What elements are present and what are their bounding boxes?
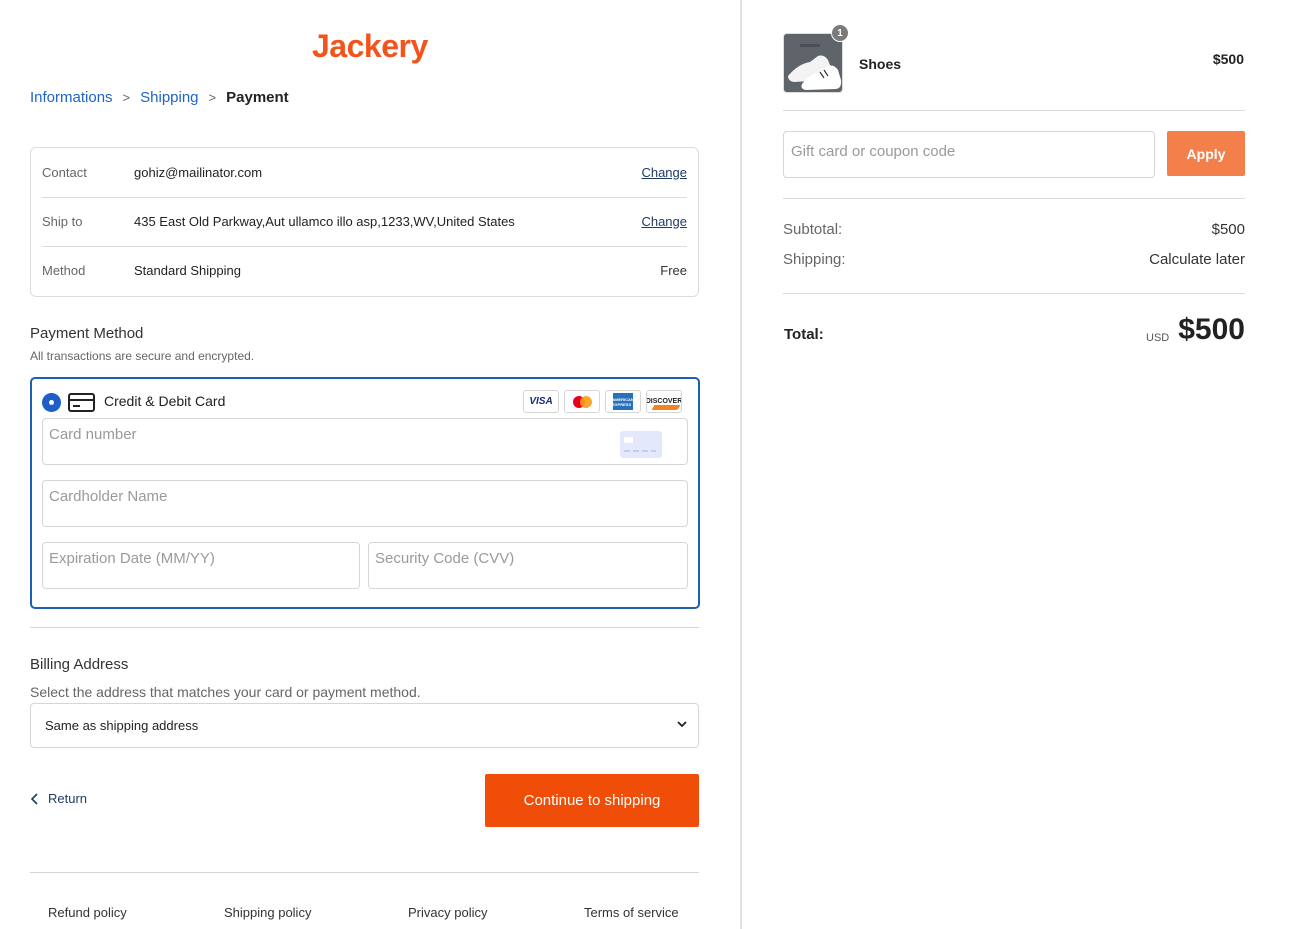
billing-address-selected: Same as shipping address (45, 718, 199, 733)
ship-to-value: 435 East Old Parkway,Aut ullamco illo as… (134, 214, 515, 229)
expiration-date-field (42, 542, 360, 589)
product-thumbnail (783, 33, 843, 93)
contact-row: Contact gohiz@mailinator.com Change (42, 148, 687, 197)
shipping-value: Calculate later (1149, 251, 1245, 268)
credit-debit-label[interactable]: Credit & Debit Card (104, 393, 225, 409)
continue-to-shipping-button[interactable]: Continue to shipping (485, 774, 699, 827)
contact-value: gohiz@mailinator.com (134, 165, 263, 180)
return-label: Return (48, 791, 88, 806)
footer-divider (30, 872, 699, 873)
section-divider (30, 627, 699, 628)
chevron-left-icon (30, 792, 38, 805)
summary-divider (783, 110, 1245, 111)
method-value: Standard Shipping (134, 263, 241, 278)
subtotal-label: Subtotal: (783, 221, 843, 238)
security-code-input[interactable] (369, 543, 687, 588)
breadcrumb-separator: > (208, 90, 217, 105)
expiration-date-input[interactable] (43, 543, 359, 588)
breadcrumb-informations[interactable]: Informations (30, 89, 113, 106)
total-currency: USD (1146, 332, 1170, 344)
mastercard-icon (564, 390, 600, 413)
card-placeholder-icon (620, 431, 662, 458)
breadcrumb-separator: > (122, 90, 131, 105)
product-name: Shoes (859, 56, 902, 72)
card-number-field (42, 418, 688, 465)
total-value: $500 (1178, 313, 1245, 346)
method-price: Free (660, 263, 687, 278)
change-ship-to-link[interactable]: Change (641, 214, 687, 229)
coupon-input[interactable] (784, 132, 1154, 177)
security-code-field (368, 542, 688, 589)
credit-card-option: Credit & Debit Card VISA AMERICAN EXPRES… (30, 377, 700, 609)
coupon-field (783, 131, 1155, 178)
method-label: Method (42, 263, 86, 278)
order-info-box: Contact gohiz@mailinator.com Change Ship… (30, 147, 699, 297)
shipping-row: Shipping: Calculate later (783, 251, 1245, 268)
subtotal-row: Subtotal: $500 (783, 221, 1245, 238)
amex-icon: AMERICAN EXPRESS (605, 390, 641, 413)
terms-of-service-link[interactable]: Terms of service (584, 905, 679, 920)
payment-method-title: Payment Method (30, 325, 144, 342)
ship-to-row: Ship to 435 East Old Parkway,Aut ullamco… (42, 197, 687, 246)
breadcrumb: Informations > Shipping > Payment (30, 89, 289, 106)
method-row: Method Standard Shipping Free (42, 246, 687, 295)
order-summary: 1 Shoes $500 Apply Subtotal: $500 Shippi… (742, 0, 1307, 929)
billing-address-title: Billing Address (30, 656, 129, 673)
return-link[interactable]: Return (30, 791, 87, 806)
product-price: $500 (1212, 51, 1244, 67)
breadcrumb-shipping[interactable]: Shipping (140, 89, 198, 106)
credit-card-icon (68, 393, 95, 412)
subtotal-value: $500 (1211, 221, 1245, 238)
payment-method-subtitle: All transactions are secure and encrypte… (30, 349, 255, 363)
card-brands: VISA AMERICAN EXPRESS DISCOVER (523, 390, 682, 413)
total-label: Total: (784, 326, 824, 343)
cardholder-name-field (42, 480, 688, 527)
shipping-label: Shipping: (783, 251, 846, 268)
summary-divider (783, 293, 1245, 294)
cardholder-name-input[interactable] (43, 481, 687, 526)
privacy-policy-link[interactable]: Privacy policy (408, 905, 487, 920)
discover-icon: DISCOVER (646, 390, 682, 413)
billing-address-subtitle: Select the address that matches your car… (30, 684, 421, 700)
shipping-policy-link[interactable]: Shipping policy (224, 905, 311, 920)
checkout-main: Jackery Informations > Shipping > Paymen… (0, 0, 740, 929)
billing-address-select[interactable]: Same as shipping address (30, 703, 699, 748)
summary-divider (783, 198, 1245, 199)
apply-coupon-button[interactable]: Apply (1167, 131, 1245, 176)
card-radio-selected[interactable] (42, 393, 61, 412)
breadcrumb-payment: Payment (226, 89, 289, 106)
jackery-logo[interactable]: Jackery (312, 28, 428, 65)
ship-to-label: Ship to (42, 214, 83, 229)
card-number-input[interactable] (43, 419, 687, 464)
visa-icon: VISA (523, 390, 559, 413)
contact-label: Contact (42, 165, 87, 180)
quantity-badge: 1 (831, 24, 849, 42)
refund-policy-link[interactable]: Refund policy (48, 905, 127, 920)
chevron-down-icon (677, 721, 687, 728)
change-contact-link[interactable]: Change (641, 165, 687, 180)
